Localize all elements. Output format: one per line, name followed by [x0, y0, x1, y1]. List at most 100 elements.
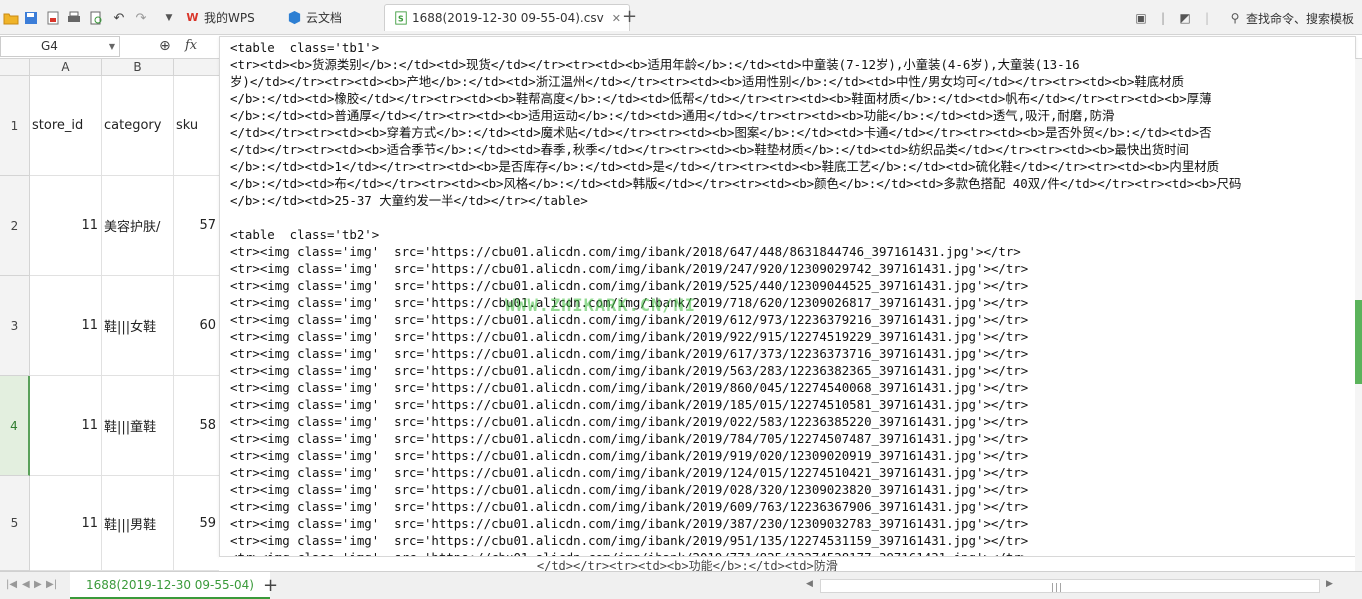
tab-csv-document[interactable]: S 1688(2019-12-30 09-55-04).csv ✕	[384, 4, 630, 31]
tab-label: 1688(2019-12-30 09-55-04).csv	[412, 11, 604, 25]
popup-text-line: <tr><img class='img' src='https://cbu01.…	[230, 516, 1029, 531]
side-panel-handle[interactable]	[1355, 300, 1362, 384]
cell-reference: G4	[41, 39, 58, 53]
row-header-2[interactable]: 2	[0, 176, 30, 276]
tab-cloud-docs[interactable]: 云文档	[287, 4, 342, 31]
open-folder-icon[interactable]	[2, 9, 20, 27]
zoom-icon[interactable]: ⊕	[159, 38, 171, 54]
name-box[interactable]: G4 ▼	[0, 36, 120, 57]
scroll-right-icon[interactable]: ▶	[1326, 579, 1333, 589]
undo-icon[interactable]: ↶	[110, 9, 128, 27]
popup-text-line: <tr><img class='img' src='https://cbu01.…	[230, 295, 1029, 310]
cell-c3[interactable]: 60	[174, 276, 220, 376]
row-header-5[interactable]: 5	[0, 476, 30, 571]
cell-b5[interactable]: 鞋|||男鞋	[102, 476, 174, 571]
popup-text-line: <tr><img class='img' src='https://cbu01.…	[230, 261, 1029, 276]
popup-text-line: <tr><img class='img' src='https://cbu01.…	[230, 312, 1029, 327]
popup-text-line: 岁)</td></tr><tr><td><b>产地</b>:</td><td>浙…	[230, 74, 1184, 89]
command-search-label: 查找命令、搜索模板	[1245, 11, 1354, 26]
sheet-bar: |◀ ◀ ▶ ▶| 1688(2019-12-30 09-55-04) + ◀ …	[0, 571, 1362, 599]
cell-b2[interactable]: 美容护肤/	[102, 176, 174, 276]
popup-text-line: </b>:</td><td>25-37 大童约发一半</td></tr></ta…	[230, 193, 588, 208]
popup-text-line: </b>:</td><td>橡胶</td></tr><tr><td><b>鞋帮高…	[230, 91, 1212, 106]
cell-a3[interactable]: 11	[30, 276, 102, 376]
cell-b1[interactable]: category	[102, 76, 174, 176]
cell-a2[interactable]: 11	[30, 176, 102, 276]
cell-text-peek: </td></tr><tr><td><b>功能</b>:</td><td>防滑	[219, 557, 1356, 571]
popup-text-line: <tr><img class='img' src='https://cbu01.…	[230, 465, 1029, 480]
command-search[interactable]: ⚲ 查找命令、搜索模板	[1224, 9, 1354, 27]
cell-b3[interactable]: 鞋|||女鞋	[102, 276, 174, 376]
popup-text-line: <tr><img class='img' src='https://cbu01.…	[230, 346, 1029, 361]
popup-text-line: <tr><img class='img' src='https://cbu01.…	[230, 363, 1029, 378]
popup-text-line: <tr><img class='img' src='https://cbu01.…	[230, 397, 1029, 412]
cloud-doc-icon	[287, 10, 302, 25]
popup-text-line: <tr><img class='img' src='https://cbu01.…	[230, 499, 1029, 514]
scroll-left-icon[interactable]: ◀	[806, 579, 813, 589]
cell-a1[interactable]: store_id	[30, 76, 102, 176]
column-header-c[interactable]	[174, 59, 220, 76]
sheet-tab[interactable]: 1688(2019-12-30 09-55-04)	[70, 572, 270, 599]
popup-text-line: <tr><img class='img' src='https://cbu01.…	[230, 533, 1029, 548]
save-icon[interactable]	[22, 9, 40, 27]
popup-text-line: </b>:</td><td>普通厚</td></tr><tr><td><b>适用…	[230, 108, 1115, 123]
column-header-a[interactable]: A	[30, 59, 102, 76]
export-pdf-icon[interactable]	[44, 9, 62, 27]
row-header-3[interactable]: 3	[0, 276, 30, 376]
insert-function-button[interactable]: fx	[185, 38, 197, 53]
add-sheet-button[interactable]: +	[263, 575, 278, 596]
popup-text-line: </td></tr><tr><td><b>适合季节</b>:</td><td>春…	[230, 142, 1189, 157]
popup-text-line: </b>:</td><td>1</td></tr><tr><td><b>是否库存…	[230, 159, 1219, 174]
screen-icon[interactable]: ▣	[1132, 9, 1150, 27]
popup-text-line: </b>:</td><td>布</td></tr><tr><td><b>风格</…	[230, 176, 1242, 191]
right-toolbar: ▣ | ◩ | ⚲ 查找命令、搜索模板	[1130, 6, 1362, 30]
cell-content-popup: <table class='tb1'> <tr><td><b>货源类别</b>:<…	[219, 36, 1356, 557]
close-tab-icon[interactable]: ✕	[612, 12, 621, 25]
cell-c5[interactable]: 59	[174, 476, 220, 571]
select-all-corner[interactable]	[0, 59, 30, 76]
popup-text-line: <tr><img class='img' src='https://cbu01.…	[230, 431, 1029, 446]
cell-a5[interactable]: 11	[30, 476, 102, 571]
cell-a4[interactable]: 11	[30, 376, 102, 476]
cell-b4[interactable]: 鞋|||童鞋	[102, 376, 174, 476]
popup-text-line: <tr><img class='img' src='https://cbu01.…	[230, 414, 1029, 429]
popup-text-line: <tr><img class='img' src='https://cbu01.…	[230, 549, 1355, 556]
print-preview-icon[interactable]	[87, 9, 105, 27]
title-toolbar: ↶ ↷ ▼ W 我的WPS 云文档 S 1688(2019-12-30 09-5…	[0, 0, 1362, 35]
next-sheet-icon[interactable]: ▶	[34, 579, 42, 590]
popup-text-line: <tr><img class='img' src='https://cbu01.…	[230, 482, 1029, 497]
scroll-thumb-icon[interactable]: |||	[1051, 583, 1063, 593]
wps-logo-icon: W	[186, 11, 199, 24]
popup-text-line: </td></tr><tr><td><b>穿着方式</b>:</td><td>魔…	[230, 125, 1212, 140]
popup-text-line: <tr><img class='img' src='https://cbu01.…	[230, 278, 1029, 293]
column-header-b[interactable]: B	[102, 59, 174, 76]
new-tab-button[interactable]: +	[622, 8, 637, 26]
popup-text-line: <tr><img class='img' src='https://cbu01.…	[230, 448, 1029, 463]
tab-my-wps[interactable]: W 我的WPS	[185, 4, 255, 31]
separator-icon: |	[1204, 11, 1209, 25]
cell-c4[interactable]: 58	[174, 376, 220, 476]
popup-text-line: <tr><td><b>货源类别</b>:</td><td>现货</td></tr…	[230, 57, 1080, 72]
popup-text-line: <tr><img class='img' src='https://cbu01.…	[230, 329, 1029, 344]
redo-icon[interactable]: ↷	[132, 9, 150, 27]
popup-text-line: <table class='tb2'>	[230, 227, 380, 242]
popup-text-line	[230, 209, 1355, 226]
collapse-ribbon-icon[interactable]: ◩	[1176, 9, 1194, 27]
cell-c2[interactable]: 57	[174, 176, 220, 276]
chevron-down-icon[interactable]: ▼	[109, 37, 115, 56]
wps-window: ↶ ↷ ▼ W 我的WPS 云文档 S 1688(2019-12-30 09-5…	[0, 0, 1362, 599]
horizontal-scrollbar[interactable]: |||	[820, 579, 1320, 593]
quick-access-dropdown-icon[interactable]: ▼	[160, 9, 178, 27]
row-header-1[interactable]: 1	[0, 76, 30, 176]
prev-sheet-icon[interactable]: ◀	[22, 579, 30, 590]
tab-label: 云文档	[306, 11, 343, 25]
first-sheet-icon[interactable]: |◀	[6, 579, 17, 590]
tab-label: 我的WPS	[204, 11, 255, 25]
row-header-4[interactable]: 4	[0, 376, 30, 476]
cell-c1[interactable]: sku	[174, 76, 220, 176]
last-sheet-icon[interactable]: ▶|	[46, 579, 57, 590]
svg-text:S: S	[397, 15, 403, 24]
print-icon[interactable]	[65, 9, 83, 27]
spreadsheet-file-icon: S	[393, 11, 408, 26]
popup-text-line: <tr><img class='img' src='https://cbu01.…	[230, 380, 1029, 395]
